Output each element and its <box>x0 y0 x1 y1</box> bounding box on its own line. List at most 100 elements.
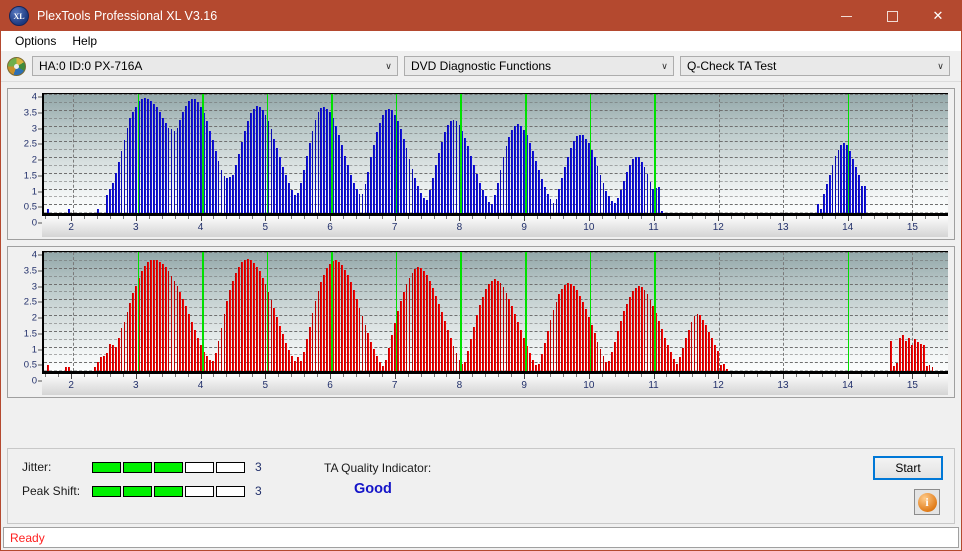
chart-bar <box>335 260 337 371</box>
x-axis-tick-minor <box>278 373 280 377</box>
x-axis-tick-minor <box>899 373 901 377</box>
minimize-button[interactable] <box>823 1 869 31</box>
chart-bar <box>276 148 279 213</box>
chart-bar <box>258 271 261 371</box>
chart-bar <box>573 140 575 213</box>
chart-bar <box>499 283 502 371</box>
chart-bar <box>423 271 426 371</box>
chart-bar <box>255 266 258 371</box>
function-select[interactable]: DVD Diagnostic Functions ∨ <box>404 56 674 76</box>
x-axis-tick-minor <box>886 373 888 377</box>
x-axis-tick-label: 8 <box>456 379 463 391</box>
x-axis-tick-minor <box>239 373 241 377</box>
x-axis-tick-minor <box>938 373 940 377</box>
chart-bar <box>385 110 387 213</box>
chart-bar <box>294 361 296 371</box>
position-marker <box>395 94 398 213</box>
chart-bar <box>708 332 711 371</box>
chart-bar <box>822 193 825 213</box>
chart-bar <box>355 188 358 213</box>
chart-bar <box>435 165 437 213</box>
chart-bar <box>308 326 311 371</box>
rating-segment <box>123 461 152 473</box>
position-marker <box>202 94 204 213</box>
chart-bar <box>314 301 317 371</box>
chart-bar <box>687 329 690 371</box>
x-axis-tick-label: 13 <box>777 221 789 233</box>
chart-bar <box>579 295 581 371</box>
test-select-value: Q-Check TA Test <box>687 59 777 73</box>
info-button[interactable]: i <box>914 489 940 515</box>
x-axis-tick-minor <box>446 215 448 219</box>
y-axis-tick-label: 3 <box>31 281 37 292</box>
chart-bar <box>429 280 431 371</box>
x-axis-tick-minor <box>550 373 551 377</box>
rating-segment <box>92 485 121 497</box>
position-marker <box>331 252 333 371</box>
chart-bar <box>693 316 696 371</box>
chart-bar <box>414 269 417 371</box>
menu-item-options[interactable]: Options <box>7 32 64 50</box>
chart-bar <box>170 276 173 371</box>
chart-bar <box>435 295 437 371</box>
chart-bar <box>349 282 352 371</box>
chart-bar <box>208 130 211 213</box>
chart-bar <box>667 345 669 371</box>
maximize-button[interactable] <box>869 1 915 31</box>
x-axis-tick-label: 3 <box>133 379 139 391</box>
position-marker <box>331 94 333 213</box>
x-axis-tick-minor <box>252 373 254 377</box>
chart-bar <box>261 110 264 213</box>
x-axis-tick-mark <box>329 373 331 379</box>
chart-bar <box>291 189 293 213</box>
chart-bar <box>229 177 232 213</box>
chart-bar <box>482 296 484 371</box>
chart-bar <box>561 177 564 213</box>
chart-bar <box>455 353 458 371</box>
chart-bar <box>188 313 191 371</box>
chart-bar <box>675 363 678 371</box>
x-axis-tick-mark <box>394 215 396 221</box>
chart-bar <box>314 119 317 213</box>
chart-bar <box>108 188 111 213</box>
close-button[interactable]: ✕ <box>915 1 961 31</box>
x-axis-tick-minor <box>304 215 306 219</box>
x-axis-tick-mark <box>782 373 784 379</box>
x-axis-tick-minor <box>692 373 694 377</box>
chart-bar <box>673 358 675 371</box>
x-axis-tick-label: 9 <box>521 379 527 391</box>
jitter-x-axis: 2 3 4 5 6 7 8 9 10 11 12 13 14 15 <box>42 215 948 237</box>
x-axis-tick-label: 6 <box>327 221 333 233</box>
chart-bar <box>197 337 199 371</box>
minimize-icon <box>840 15 852 17</box>
chart-bar <box>108 343 111 371</box>
x-axis-tick-minor <box>109 215 111 219</box>
x-axis-tick-minor <box>498 373 500 377</box>
drive-select[interactable]: HA:0 ID:0 PX-716A ∨ <box>32 56 398 76</box>
window-title: PlexTools Professional XL V3.16 <box>37 9 218 23</box>
rating-segment <box>185 485 214 497</box>
chart-bar <box>244 259 246 371</box>
x-axis-tick-minor <box>575 373 577 377</box>
chart-bar <box>540 354 543 371</box>
chart-bar <box>911 345 913 371</box>
chart-bar <box>546 193 549 213</box>
x-axis-tick-minor <box>795 373 797 377</box>
chart-bar <box>543 186 546 213</box>
start-button[interactable]: Start <box>873 456 943 480</box>
chart-bar <box>399 129 402 213</box>
chart-bar <box>493 279 496 371</box>
x-axis-tick-minor <box>187 373 189 377</box>
menu-item-help[interactable]: Help <box>64 32 105 50</box>
chart-bar <box>520 125 523 213</box>
x-axis-tick-minor <box>58 215 60 219</box>
chart-bar <box>623 311 625 371</box>
chart-bar <box>505 146 508 213</box>
chart-bar <box>893 365 896 371</box>
chart-bar <box>390 335 393 371</box>
chart-bar <box>411 272 414 371</box>
x-axis-tick-minor <box>511 215 513 219</box>
chart-bar <box>449 338 452 371</box>
test-select[interactable]: Q-Check TA Test ∨ <box>680 56 950 76</box>
x-axis-tick-minor <box>187 215 189 219</box>
